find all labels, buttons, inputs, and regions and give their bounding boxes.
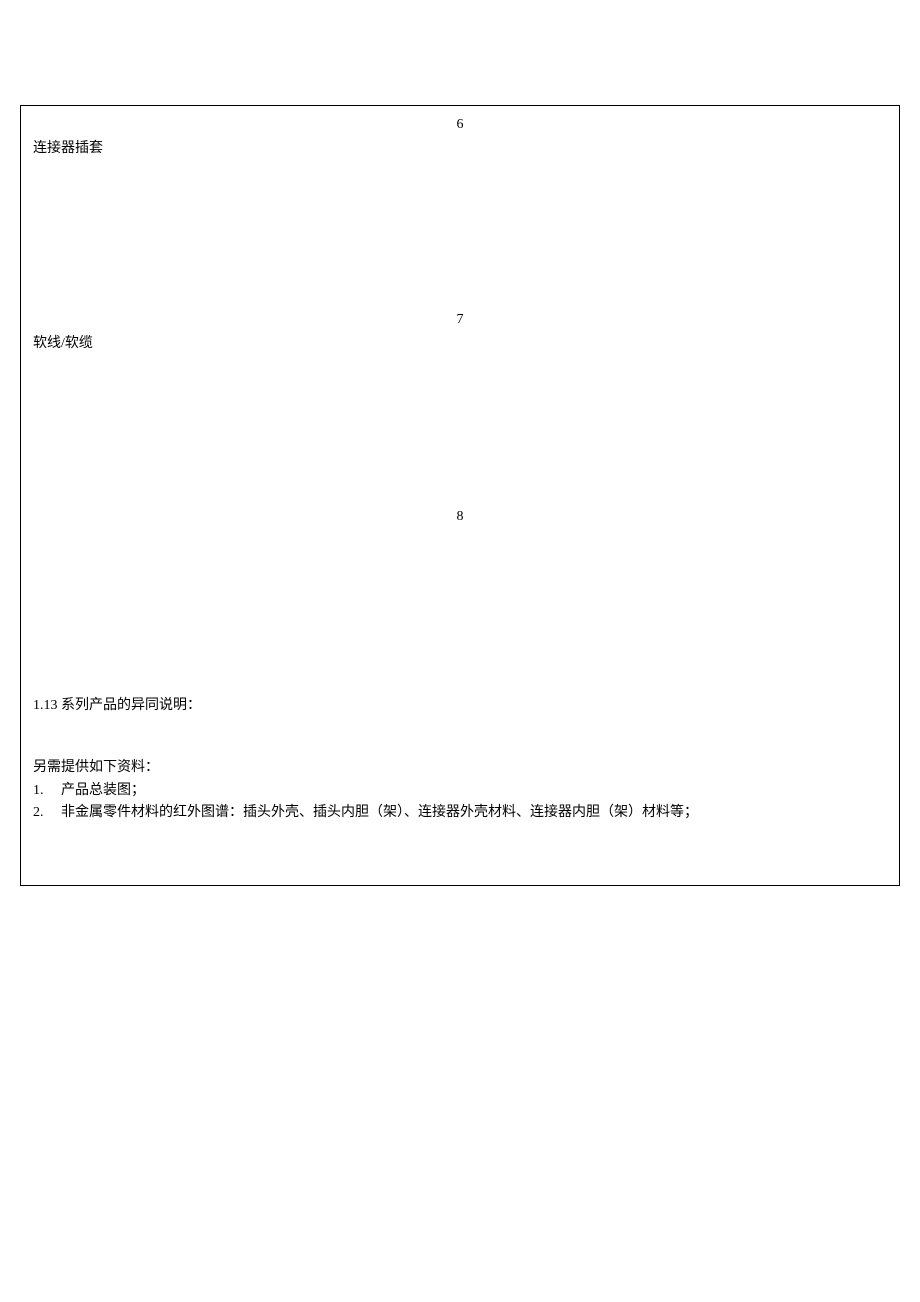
item-7-label: 软线/软缆: [33, 331, 887, 355]
additional-materials-section: 另需提供如下资料： 1. 产品总装图； 2. 非金属零件材料的红外图谱：插头外壳…: [21, 757, 899, 824]
item-6-label: 连接器插套: [33, 136, 887, 160]
document-page: 6 连接器插套 7 软线/软缆 8 1.13 系列产品的异同说明： 另需提供如下…: [20, 105, 900, 886]
item-6-number: 6: [33, 106, 887, 136]
list-item-number: 1.: [33, 780, 61, 802]
list-item: 2. 非金属零件材料的红外图谱：插头外壳、插头内胆（架）、连接器外壳材料、连接器…: [33, 802, 887, 824]
list-item-text: 产品总装图；: [61, 780, 887, 802]
spacer: [21, 825, 899, 885]
spacer: [33, 530, 887, 685]
additional-list: 1. 产品总装图； 2. 非金属零件材料的红外图谱：插头外壳、插头内胆（架）、连…: [33, 780, 887, 825]
spacer: [33, 161, 887, 301]
item-8-section: 8: [21, 498, 899, 685]
item-8-number: 8: [33, 498, 887, 528]
series-heading: 1.13 系列产品的异同说明：: [33, 695, 887, 717]
list-item-number: 2.: [33, 802, 61, 824]
item-7-number: 7: [33, 301, 887, 331]
item-6-section: 6 连接器插套: [21, 106, 899, 301]
spacer: [33, 356, 887, 498]
content-box: 6 连接器插套 7 软线/软缆 8 1.13 系列产品的异同说明： 另需提供如下…: [20, 105, 900, 886]
item-7-section: 7 软线/软缆: [21, 301, 899, 498]
additional-heading: 另需提供如下资料：: [33, 757, 887, 779]
series-description-section: 1.13 系列产品的异同说明：: [21, 695, 899, 717]
list-item-text: 非金属零件材料的红外图谱：插头外壳、插头内胆（架）、连接器外壳材料、连接器内胆（…: [61, 802, 887, 824]
list-item: 1. 产品总装图；: [33, 780, 887, 802]
